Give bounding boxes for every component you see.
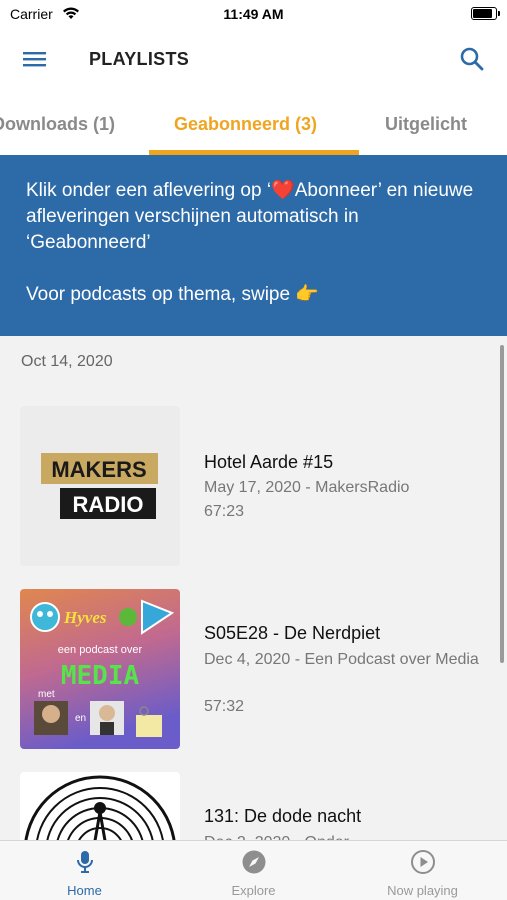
microphone-icon <box>76 851 93 873</box>
episode-duration: 57:32 <box>204 698 245 715</box>
episode-title: S05E28 - De Nerdpiet <box>204 623 381 643</box>
list-date-header: Oct 14, 2020 <box>21 353 113 370</box>
nav-now-playing[interactable]: Now playing <box>338 841 507 900</box>
nav-home-label: Home <box>67 883 102 898</box>
status-time: 11:49 AM <box>223 6 284 22</box>
episode-meta: May 17, 2020 - MakersRadio <box>204 479 410 496</box>
bottom-tab-bar: Home Explore Now playing <box>0 840 507 900</box>
status-bar: Carrier 11:49 AM <box>0 0 507 30</box>
art-en-text: en <box>75 713 86 724</box>
playlist-tabs: Downloads (1) Geabonneerd (3) Uitgelicht <box>0 90 507 156</box>
episode-meta: Dec 4, 2020 - Een Podcast over Media <box>204 651 479 668</box>
episode-artwork-makersradio: MAKERS RADIO <box>20 406 180 566</box>
list-scrollbar[interactable] <box>500 345 504 663</box>
nav-now-playing-label: Now playing <box>387 883 458 898</box>
page-title: PLAYLISTS <box>89 49 190 69</box>
nav-home[interactable]: Home <box>0 841 169 900</box>
episode-row[interactable]: Hyves een podcast over MEDIA met en S05E… <box>0 589 507 749</box>
top-app-bar: PLAYLISTS <box>0 30 507 90</box>
hyves-text: Hyves <box>63 608 107 627</box>
play-circle-icon <box>410 850 435 874</box>
app-screen: Carrier 11:49 AM PLAYLISTS Downloads (1)… <box>0 0 507 900</box>
logo-line1: MAKERS <box>51 457 146 482</box>
tab-geabonneerd[interactable]: Geabonneerd (3) <box>174 114 317 135</box>
battery-icon <box>471 7 500 20</box>
media-podcast-art: Hyves een podcast over MEDIA met en <box>20 589 180 749</box>
logo-line2: RADIO <box>73 492 144 517</box>
episode-title: 131: De dode nacht <box>204 806 362 826</box>
nav-explore-label: Explore <box>231 883 276 898</box>
info-banner: Klik onder een aflevering op ‘❤️Abonneer… <box>0 155 507 336</box>
art-media-text: MEDIA <box>61 661 140 691</box>
banner-swipe-text: Voor podcasts op thema, swipe 👉 <box>26 284 319 305</box>
banner-subscribe-text: Klik onder een aflevering op ‘❤️Abonneer… <box>26 180 474 253</box>
tab-uitgelicht[interactable]: Uitgelicht <box>385 114 467 135</box>
search-icon[interactable] <box>459 46 485 72</box>
episode-row[interactable]: MAKERS RADIO Hotel Aarde #15 May 17, 202… <box>0 406 507 566</box>
nav-explore[interactable]: Explore <box>169 841 338 900</box>
episode-artwork-media-podcast: Hyves een podcast over MEDIA met en <box>20 589 180 749</box>
art-met-text: met <box>38 689 55 700</box>
tab-downloads[interactable]: Downloads (1) <box>0 114 115 135</box>
compass-icon <box>242 850 265 874</box>
makersradio-logo: MAKERS RADIO <box>41 453 158 519</box>
episode-duration: 67:23 <box>204 503 245 520</box>
art-subtitle: een podcast over <box>58 644 143 656</box>
hamburger-menu-icon[interactable] <box>22 48 48 70</box>
episode-title: Hotel Aarde #15 <box>204 452 334 472</box>
